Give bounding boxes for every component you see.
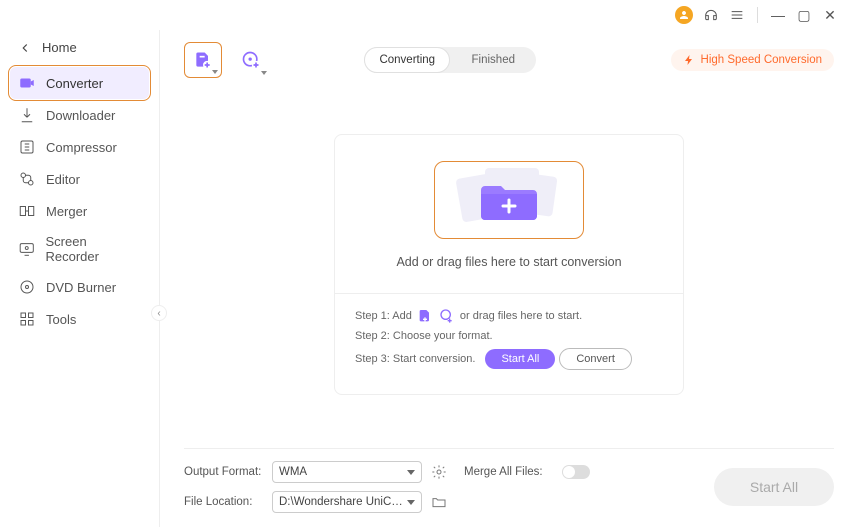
- divider: [335, 293, 683, 294]
- drop-panel: Add or drag files here to start conversi…: [334, 134, 684, 395]
- sidebar-item-label: Editor: [46, 172, 80, 187]
- merge-label: Merge All Files:: [464, 466, 554, 478]
- high-speed-label: High Speed Conversion: [701, 54, 822, 66]
- home-button[interactable]: Home: [0, 36, 159, 67]
- folder-illustration: [459, 170, 559, 230]
- merger-icon: [18, 202, 36, 220]
- downloader-icon: [18, 106, 36, 124]
- sidebar-item-downloader[interactable]: Downloader: [0, 99, 159, 131]
- sidebar-item-label: Tools: [46, 312, 76, 327]
- sidebar-item-merger[interactable]: Merger: [0, 195, 159, 227]
- sidebar-item-editor[interactable]: Editor: [0, 163, 159, 195]
- convert-button[interactable]: Convert: [559, 348, 632, 370]
- sidebar-collapse-button[interactable]: ‹: [151, 305, 167, 321]
- sidebar-item-label: Converter: [46, 76, 103, 91]
- add-file-button[interactable]: [184, 42, 222, 78]
- output-format-value: WMA: [279, 466, 307, 478]
- add-disc-button[interactable]: [232, 42, 270, 78]
- support-icon[interactable]: [703, 7, 719, 23]
- add-file-icon: [417, 308, 433, 324]
- dvd-burner-icon: [18, 278, 36, 296]
- window-minimize-button[interactable]: —: [770, 7, 786, 23]
- tab-group: Converting Finished: [364, 47, 536, 73]
- high-speed-button[interactable]: High Speed Conversion: [671, 49, 834, 71]
- screen-recorder-icon: [18, 240, 35, 258]
- step-1: Step 1: Add or drag files here to start.: [355, 308, 663, 324]
- file-location-select[interactable]: D:\Wondershare UniConverter 1: [272, 491, 422, 513]
- open-folder-icon[interactable]: [430, 493, 448, 511]
- start-all-button[interactable]: Start All: [485, 349, 555, 369]
- file-location-value: D:\Wondershare UniConverter 1: [279, 496, 407, 508]
- sidebar: Home Converter Downloader Compressor Edi…: [0, 30, 160, 527]
- editor-icon: [18, 170, 36, 188]
- sidebar-item-dvd-burner[interactable]: DVD Burner: [0, 271, 159, 303]
- chevron-down-icon: [407, 500, 415, 505]
- tools-icon: [18, 310, 36, 328]
- window-maximize-button[interactable]: ▢: [796, 7, 812, 23]
- user-avatar-icon[interactable]: [675, 6, 693, 24]
- chevron-down-icon: [261, 71, 267, 75]
- sidebar-item-label: DVD Burner: [46, 280, 116, 295]
- output-format-select[interactable]: WMA: [272, 461, 422, 483]
- sidebar-item-label: Downloader: [46, 108, 115, 123]
- tab-converting[interactable]: Converting: [364, 47, 450, 73]
- sidebar-item-screen-recorder[interactable]: Screen Recorder: [0, 227, 159, 271]
- drop-prompt: Add or drag files here to start conversi…: [355, 255, 663, 269]
- sidebar-item-tools[interactable]: Tools: [0, 303, 159, 335]
- output-format-label: Output Format:: [184, 466, 264, 478]
- add-disc-icon: [439, 308, 455, 324]
- start-all-main-button[interactable]: Start All: [714, 468, 834, 506]
- bottom-bar: Output Format: WMA Merge All Files: Star…: [184, 448, 834, 513]
- converter-icon: [18, 74, 36, 92]
- hamburger-menu-icon[interactable]: [729, 7, 745, 23]
- title-bar: — ▢ ✕: [0, 0, 850, 30]
- tab-finished[interactable]: Finished: [450, 47, 536, 73]
- step-2: Step 2: Choose your format.: [355, 330, 663, 342]
- drop-zone[interactable]: [434, 161, 584, 239]
- divider: [757, 7, 758, 23]
- compressor-icon: [18, 138, 36, 156]
- file-location-label: File Location:: [184, 496, 264, 508]
- sidebar-item-compressor[interactable]: Compressor: [0, 131, 159, 163]
- chevron-down-icon: [407, 470, 415, 475]
- sidebar-item-label: Compressor: [46, 140, 117, 155]
- toolbar: Converting Finished High Speed Conversio…: [184, 40, 834, 80]
- merge-toggle[interactable]: [562, 465, 590, 479]
- sidebar-item-converter[interactable]: Converter: [10, 67, 149, 99]
- chevron-down-icon: [212, 70, 218, 74]
- main-area: Converting Finished High Speed Conversio…: [160, 30, 850, 527]
- step-3: Step 3: Start conversion. Start All Conv…: [355, 348, 663, 370]
- sidebar-item-label: Merger: [46, 204, 87, 219]
- sidebar-item-label: Screen Recorder: [45, 234, 141, 264]
- home-label: Home: [42, 40, 77, 55]
- settings-gear-icon[interactable]: [430, 463, 448, 481]
- window-close-button[interactable]: ✕: [822, 7, 838, 23]
